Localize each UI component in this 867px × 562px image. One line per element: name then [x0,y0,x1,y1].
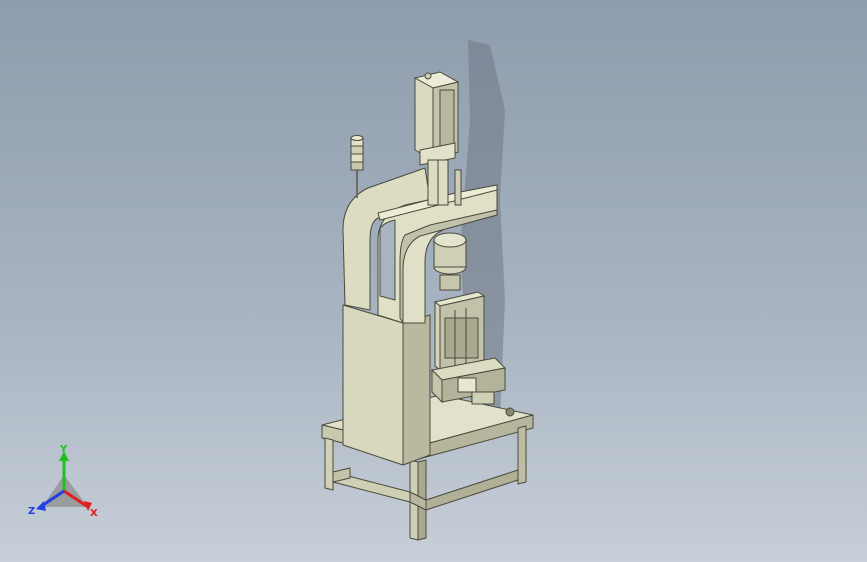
z-axis-label: Z [28,506,35,517]
press-ram[interactable] [433,232,467,291]
orientation-triad: Y X Z [28,445,98,519]
x-axis-label: X [90,508,98,519]
signal-tower-light[interactable] [350,135,364,199]
graphics-viewport[interactable]: Y X Z [0,0,867,562]
press-machine-model[interactable] [0,0,867,562]
y-axis-label: Y [59,445,68,455]
